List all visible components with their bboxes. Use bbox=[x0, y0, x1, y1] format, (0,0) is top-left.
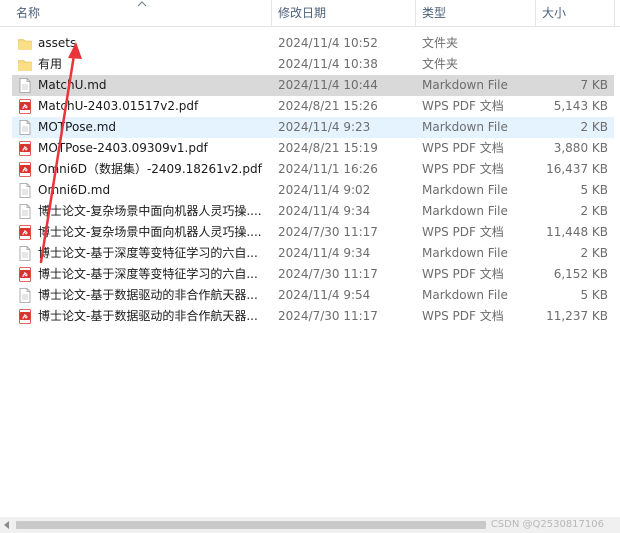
markdown-file-icon bbox=[18, 204, 32, 219]
file-size: 2 KB bbox=[580, 120, 608, 134]
file-size: 2 KB bbox=[580, 204, 608, 218]
file-name: 博士论文-基于数据驱动的非合作航天器... bbox=[38, 288, 258, 302]
file-size: 5 KB bbox=[580, 183, 608, 197]
file-size bbox=[532, 33, 608, 54]
file-type: WPS PDF 文档 bbox=[422, 267, 504, 281]
pdf-file-icon bbox=[18, 267, 32, 282]
file-name: 博士论文-基于数据驱动的非合作航天器... bbox=[38, 309, 258, 323]
scrollbar-thumb[interactable] bbox=[16, 521, 486, 529]
file-type: WPS PDF 文档 bbox=[422, 99, 504, 113]
file-size: 11,237 KB bbox=[546, 309, 608, 323]
file-name: 博士论文-复杂场景中面向机器人灵巧操.... bbox=[38, 225, 262, 239]
file-row[interactable]: 有用 2024/11/4 10:38 文件夹 bbox=[12, 54, 614, 75]
file-row[interactable]: Omni6D（数据集）-2409.18261v2.pdf 2024/11/1 16… bbox=[12, 159, 614, 180]
file-size: 5,143 KB bbox=[553, 99, 608, 113]
file-date: 2024/11/4 9:54 bbox=[278, 288, 371, 302]
file-row[interactable]: 博士论文-复杂场景中面向机器人灵巧操.... 2024/7/30 11:17 WPS… bbox=[12, 222, 614, 243]
file-name: MatchU.md bbox=[38, 78, 107, 92]
file-date: 2024/8/21 15:19 bbox=[278, 141, 378, 155]
column-date-header[interactable]: 修改日期 bbox=[272, 0, 414, 26]
file-size: 2 KB bbox=[580, 246, 608, 260]
column-divider[interactable] bbox=[614, 0, 615, 26]
column-type-header[interactable]: 类型 bbox=[416, 0, 534, 26]
column-header: 名称 修改日期 类型 大小 bbox=[0, 0, 620, 27]
file-name: assets bbox=[38, 36, 77, 50]
file-name: MatchU-2403.01517v2.pdf bbox=[38, 99, 199, 113]
file-type: Markdown File bbox=[422, 120, 508, 134]
file-type: Markdown File bbox=[422, 204, 508, 218]
file-type: Markdown File bbox=[422, 183, 508, 197]
markdown-file-icon bbox=[18, 78, 32, 93]
file-row[interactable]: Omni6D.md 2024/11/4 9:02 Markdown File 5 KB bbox=[12, 180, 614, 201]
file-name: 博士论文-基于深度等变特征学习的六自... bbox=[38, 246, 258, 260]
file-type: WPS PDF 文档 bbox=[422, 162, 504, 176]
file-row[interactable]: 博士论文-基于深度等变特征学习的六自... 2024/11/4 9:34 Markd… bbox=[12, 243, 614, 264]
file-name: 博士论文-复杂场景中面向机器人灵巧操.... bbox=[38, 204, 262, 218]
file-size bbox=[532, 54, 608, 75]
file-date: 2024/11/4 9:34 bbox=[278, 204, 371, 218]
file-row[interactable]: 博士论文-复杂场景中面向机器人灵巧操.... 2024/11/4 9:34 Mark… bbox=[12, 201, 614, 222]
file-date: 2024/11/4 9:34 bbox=[278, 246, 371, 260]
file-name: Omni6D.md bbox=[38, 183, 111, 197]
scroll-left-icon[interactable] bbox=[2, 520, 12, 530]
file-name: MOTPose-2403.09309v1.pdf bbox=[38, 141, 208, 155]
file-name: 有用 bbox=[38, 57, 63, 71]
file-size: 11,448 KB bbox=[546, 225, 608, 239]
file-date: 2024/11/4 10:52 bbox=[278, 36, 378, 50]
folder-icon bbox=[18, 36, 32, 51]
file-type: WPS PDF 文档 bbox=[422, 141, 504, 155]
file-name: MOTPose.md bbox=[38, 120, 117, 134]
file-date: 2024/7/30 11:17 bbox=[278, 309, 378, 323]
file-date: 2024/7/30 11:17 bbox=[278, 267, 378, 281]
file-date: 2024/11/1 16:26 bbox=[278, 162, 378, 176]
markdown-file-icon bbox=[18, 288, 32, 303]
file-row[interactable]: MatchU-2403.01517v2.pdf 2024/8/21 15:26 WP… bbox=[12, 96, 614, 117]
watermark: CSDN @Q2530817106 bbox=[490, 519, 604, 530]
file-row[interactable]: assets 2024/11/4 10:52 文件夹 bbox=[12, 33, 614, 54]
file-date: 2024/11/4 10:38 bbox=[278, 57, 378, 71]
file-type: 文件夹 bbox=[422, 36, 459, 50]
file-size: 5 KB bbox=[580, 288, 608, 302]
file-type: Markdown File bbox=[422, 288, 508, 302]
file-size: 7 KB bbox=[580, 78, 608, 92]
file-date: 2024/11/4 10:44 bbox=[278, 78, 378, 92]
pdf-file-icon bbox=[18, 309, 32, 324]
file-type: WPS PDF 文档 bbox=[422, 225, 504, 239]
file-name: 博士论文-基于深度等变特征学习的六自... bbox=[38, 267, 258, 281]
folder-icon bbox=[18, 57, 32, 72]
file-type: WPS PDF 文档 bbox=[422, 309, 504, 323]
file-size: 6,152 KB bbox=[553, 267, 608, 281]
file-type: Markdown File bbox=[422, 78, 508, 92]
file-name: Omni6D（数据集）-2409.18261v2.pdf bbox=[38, 162, 262, 176]
file-type: Markdown File bbox=[422, 246, 508, 260]
markdown-file-icon bbox=[18, 246, 32, 261]
pdf-file-icon bbox=[18, 162, 32, 177]
file-date: 2024/7/30 11:17 bbox=[278, 225, 378, 239]
file-row[interactable]: 博士论文-基于深度等变特征学习的六自... 2024/7/30 11:17 WPS … bbox=[12, 264, 614, 285]
pdf-file-icon bbox=[18, 99, 32, 114]
file-row[interactable]: 博士论文-基于数据驱动的非合作航天器... 2024/11/4 9:54 Markd… bbox=[12, 285, 614, 306]
file-row[interactable]: MOTPose.md 2024/11/4 9:23 Markdown File 2 K… bbox=[12, 117, 614, 138]
file-date: 2024/8/21 15:26 bbox=[278, 99, 378, 113]
pdf-file-icon bbox=[18, 141, 32, 156]
file-row[interactable]: MatchU.md 2024/11/4 10:44 Markdown File 7 K… bbox=[12, 75, 614, 96]
sort-ascending-icon[interactable] bbox=[137, 0, 147, 8]
file-date: 2024/11/4 9:02 bbox=[278, 183, 371, 197]
file-size: 3,880 KB bbox=[553, 141, 608, 155]
file-type: 文件夹 bbox=[422, 57, 459, 71]
pdf-file-icon bbox=[18, 225, 32, 240]
file-size: 16,437 KB bbox=[546, 162, 608, 176]
file-date: 2024/11/4 9:23 bbox=[278, 120, 371, 134]
column-size-header[interactable]: 大小 bbox=[536, 0, 614, 26]
file-row[interactable]: MOTPose-2403.09309v1.pdf 2024/8/21 15:19 W… bbox=[12, 138, 614, 159]
markdown-file-icon bbox=[18, 120, 32, 135]
file-row[interactable]: 博士论文-基于数据驱动的非合作航天器... 2024/7/30 11:17 WPS … bbox=[12, 306, 614, 327]
markdown-file-icon bbox=[18, 183, 32, 198]
